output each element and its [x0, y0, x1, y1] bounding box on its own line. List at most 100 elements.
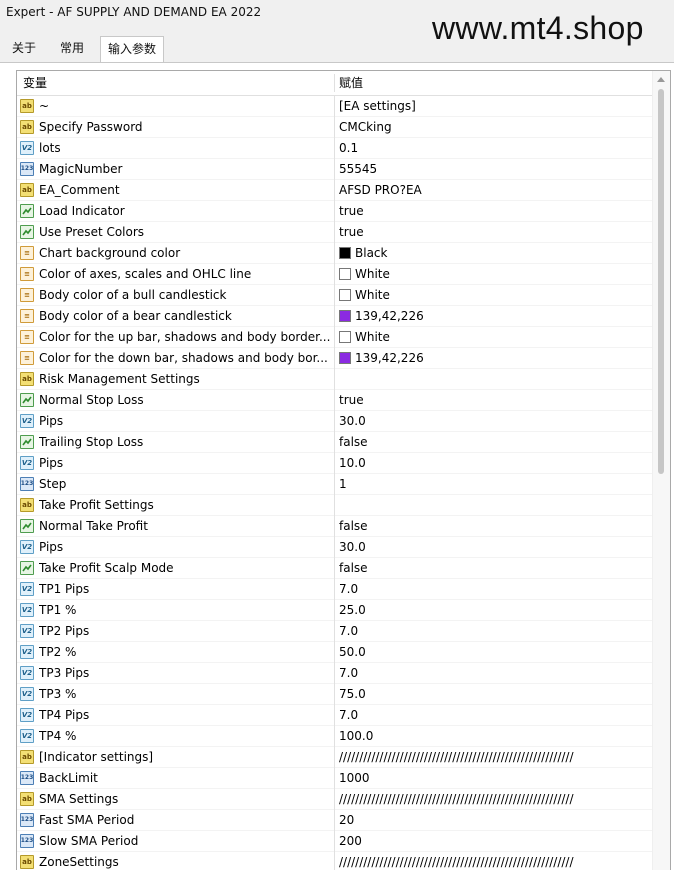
- integer-icon: 123: [20, 813, 34, 827]
- parameter-row[interactable]: V2 Pips 10.0: [17, 453, 654, 474]
- scroll-up-arrow-icon[interactable]: [657, 77, 665, 82]
- parameter-value[interactable]: 139,42,226: [339, 306, 651, 326]
- parameter-value[interactable]: ////////////////////////////////////////…: [339, 789, 651, 809]
- parameter-row[interactable]: V2 TP3 % 75.0: [17, 684, 654, 705]
- column-divider: [334, 369, 335, 390]
- parameter-value[interactable]: ////////////////////////////////////////…: [339, 852, 651, 870]
- parameter-value[interactable]: CMCking: [339, 117, 651, 137]
- parameter-row[interactable]: V2 TP2 Pips 7.0: [17, 621, 654, 642]
- parameter-row[interactable]: Normal Stop Loss true: [17, 390, 654, 411]
- parameter-value[interactable]: 75.0: [339, 684, 651, 704]
- double-icon: V2: [20, 708, 34, 722]
- string-icon: ab: [20, 120, 34, 134]
- parameter-row[interactable]: ab SMA Settings //////////////////////////…: [17, 789, 654, 810]
- parameter-row[interactable]: ab [Indicator settings] //////////////////…: [17, 747, 654, 768]
- parameter-value[interactable]: AFSD PRO?EA: [339, 180, 651, 200]
- parameter-value[interactable]: 7.0: [339, 579, 651, 599]
- color-swatch[interactable]: [339, 331, 351, 343]
- parameter-value[interactable]: 200: [339, 831, 651, 851]
- column-divider[interactable]: [334, 74, 335, 92]
- parameter-row[interactable]: V2 TP1 % 25.0: [17, 600, 654, 621]
- parameter-value[interactable]: 10.0: [339, 453, 651, 473]
- tab-about[interactable]: 关于: [4, 36, 44, 61]
- tab-common[interactable]: 常用: [50, 36, 94, 61]
- parameter-value[interactable]: 7.0: [339, 705, 651, 725]
- color-swatch[interactable]: [339, 352, 351, 364]
- parameter-row[interactable]: ≡ Color of axes, scales and OHLC line Whit…: [17, 264, 654, 285]
- parameter-value[interactable]: White: [339, 264, 651, 284]
- parameter-value[interactable]: false: [339, 432, 651, 452]
- parameter-row[interactable]: V2 lots 0.1: [17, 138, 654, 159]
- parameter-row[interactable]: ab Take Profit Settings: [17, 495, 654, 516]
- parameter-row[interactable]: ≡ Chart background color Black: [17, 243, 654, 264]
- parameter-value[interactable]: 0.1: [339, 138, 651, 158]
- parameter-row[interactable]: ab ZoneSettings //////////////////////////…: [17, 852, 654, 870]
- column-divider: [334, 726, 335, 747]
- parameter-row[interactable]: 123 MagicNumber 55545: [17, 159, 654, 180]
- parameter-row[interactable]: ab Risk Management Settings: [17, 369, 654, 390]
- parameter-value[interactable]: 139,42,226: [339, 348, 651, 368]
- parameter-row[interactable]: ab Specify Password CMCking: [17, 117, 654, 138]
- parameter-value[interactable]: 7.0: [339, 663, 651, 683]
- parameter-value[interactable]: 30.0: [339, 411, 651, 431]
- parameter-row[interactable]: Load Indicator true: [17, 201, 654, 222]
- parameter-value[interactable]: 100.0: [339, 726, 651, 746]
- column-header-variable[interactable]: 变量: [23, 71, 47, 95]
- parameter-row[interactable]: Trailing Stop Loss false: [17, 432, 654, 453]
- integer-icon: 123: [20, 162, 34, 176]
- parameter-value[interactable]: 20: [339, 810, 651, 830]
- parameter-row[interactable]: ≡ Body color of a bear candlestick 139,42,…: [17, 306, 654, 327]
- parameter-row[interactable]: V2 TP3 Pips 7.0: [17, 663, 654, 684]
- parameter-row[interactable]: ≡ Body color of a bull candlestick White: [17, 285, 654, 306]
- parameter-row[interactable]: 123 Slow SMA Period 200: [17, 831, 654, 852]
- parameter-value[interactable]: [EA settings]: [339, 96, 651, 116]
- double-icon: V2: [20, 624, 34, 638]
- parameter-row[interactable]: Use Preset Colors true: [17, 222, 654, 243]
- parameter-value[interactable]: true: [339, 201, 651, 221]
- parameter-row[interactable]: V2 TP4 Pips 7.0: [17, 705, 654, 726]
- parameter-row[interactable]: 123 Step 1: [17, 474, 654, 495]
- parameter-value[interactable]: 55545: [339, 159, 651, 179]
- color-swatch[interactable]: [339, 289, 351, 301]
- parameter-value[interactable]: White: [339, 285, 651, 305]
- parameter-value[interactable]: false: [339, 558, 651, 578]
- parameter-value[interactable]: White: [339, 327, 651, 347]
- column-header-value[interactable]: 赋值: [339, 71, 363, 95]
- bool-icon: [20, 519, 34, 533]
- parameter-name: BackLimit: [39, 771, 98, 785]
- parameter-row[interactable]: ≡ Color for the up bar, shadows and body …: [17, 327, 654, 348]
- parameter-row[interactable]: 123 BackLimit 1000: [17, 768, 654, 789]
- color-swatch[interactable]: [339, 247, 351, 259]
- scroll-thumb[interactable]: [658, 89, 664, 474]
- parameter-row[interactable]: 123 Fast SMA Period 20: [17, 810, 654, 831]
- parameter-value[interactable]: 30.0: [339, 537, 651, 557]
- parameter-value[interactable]: false: [339, 516, 651, 536]
- parameter-row[interactable]: V2 Pips 30.0: [17, 537, 654, 558]
- tab-inputs[interactable]: 输入参数: [100, 36, 164, 63]
- parameter-row[interactable]: V2 TP1 Pips 7.0: [17, 579, 654, 600]
- parameter-row[interactable]: Normal Take Profit false: [17, 516, 654, 537]
- parameter-value[interactable]: 1: [339, 474, 651, 494]
- color-swatch[interactable]: [339, 268, 351, 280]
- parameter-name: TP3 Pips: [39, 666, 90, 680]
- parameter-row[interactable]: ab ~ [EA settings]: [17, 96, 654, 117]
- color-swatch[interactable]: [339, 310, 351, 322]
- parameter-value-text: ////////////////////////////////////////…: [339, 750, 574, 764]
- column-divider: [334, 558, 335, 579]
- parameter-value[interactable]: 25.0: [339, 600, 651, 620]
- column-divider: [334, 264, 335, 285]
- parameter-value[interactable]: 50.0: [339, 642, 651, 662]
- parameter-value[interactable]: ////////////////////////////////////////…: [339, 747, 651, 767]
- parameter-value[interactable]: Black: [339, 243, 651, 263]
- parameter-row[interactable]: Take Profit Scalp Mode false: [17, 558, 654, 579]
- parameter-row[interactable]: ab EA_Comment AFSD PRO?EA: [17, 180, 654, 201]
- parameter-value[interactable]: true: [339, 222, 651, 242]
- parameter-value[interactable]: 1000: [339, 768, 651, 788]
- parameter-value[interactable]: 7.0: [339, 621, 651, 641]
- parameter-value[interactable]: true: [339, 390, 651, 410]
- parameter-row[interactable]: V2 TP4 % 100.0: [17, 726, 654, 747]
- parameter-row[interactable]: V2 TP2 % 50.0: [17, 642, 654, 663]
- parameter-row[interactable]: V2 Pips 30.0: [17, 411, 654, 432]
- parameter-row[interactable]: ≡ Color for the down bar, shadows and bod…: [17, 348, 654, 369]
- vertical-scrollbar[interactable]: [652, 71, 670, 870]
